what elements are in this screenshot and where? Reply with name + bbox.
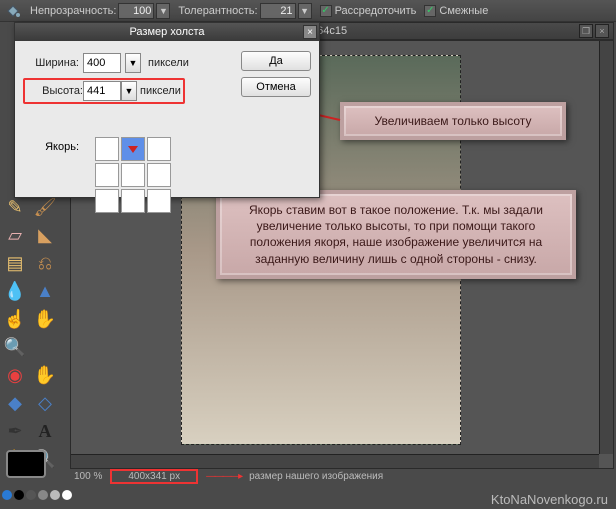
tool-shape2-icon[interactable]: ◇: [31, 389, 59, 417]
anchor-cell-ml[interactable]: [95, 163, 119, 187]
width-label: Ширина:: [23, 57, 79, 69]
anchor-cell-bc[interactable]: [121, 189, 145, 213]
anchor-cell-tr[interactable]: [147, 137, 171, 161]
width-input[interactable]: [83, 53, 121, 73]
dimensions-note: размер нашего изображения: [249, 471, 383, 482]
cancel-button[interactable]: Отмена: [241, 77, 311, 97]
tool-redeye-icon[interactable]: ◉: [1, 361, 29, 389]
tool-bucket-icon[interactable]: ◣: [31, 221, 59, 249]
contiguous-checkbox[interactable]: ✓ Смежные: [424, 5, 488, 17]
tolerance-input[interactable]: [260, 3, 296, 19]
arrow-right-icon: ――――▸: [206, 471, 241, 482]
anchor-cell-tc[interactable]: [121, 137, 145, 161]
height-dropdown[interactable]: ▼: [121, 81, 137, 101]
bucket-icon[interactable]: [4, 2, 22, 20]
tool-shape-icon[interactable]: ◆: [1, 389, 29, 417]
dialog-titlebar[interactable]: Размер холста ×: [15, 23, 319, 41]
scrollbar-horizontal[interactable]: [71, 454, 599, 468]
tolerance-field: Толерантность: ▼: [178, 3, 311, 19]
options-toolbar: Непрозрачность: ▼ Толерантность: ▼ ✓ Рас…: [0, 0, 616, 22]
dialog-title: Размер холста: [129, 26, 204, 38]
opacity-input[interactable]: [118, 3, 154, 19]
anchor-cell-mc[interactable]: [121, 163, 145, 187]
tool-gradient-icon[interactable]: ▤: [1, 249, 29, 277]
tool-blur-icon[interactable]: 💧: [1, 277, 29, 305]
tool-zoom-icon[interactable]: 🔍: [1, 333, 29, 361]
callout-height: Увеличиваем только высоту: [340, 102, 566, 140]
anchor-cell-br[interactable]: [147, 189, 171, 213]
palette-color[interactable]: [38, 490, 48, 500]
ok-button[interactable]: Да: [241, 51, 311, 71]
check-icon: ✓: [320, 5, 332, 17]
tool-smudge-icon[interactable]: ☝: [1, 305, 29, 333]
tool-eraser-icon[interactable]: ▱: [1, 221, 29, 249]
close-icon[interactable]: ×: [303, 25, 317, 39]
tolerance-label: Толерантность:: [178, 5, 257, 17]
status-bar: 100 % 400x341 px ――――▸ размер нашего изо…: [70, 469, 614, 483]
height-label: Высота:: [27, 85, 83, 97]
contiguous-label: Смежные: [439, 5, 488, 17]
foreground-color-swatch[interactable]: [6, 450, 46, 478]
palette-color[interactable]: [2, 490, 12, 500]
zoom-level: 100 %: [74, 471, 102, 482]
anchor-cell-tl[interactable]: [95, 137, 119, 161]
restore-icon[interactable]: ❐: [579, 24, 593, 38]
width-dropdown[interactable]: ▼: [125, 53, 141, 73]
height-input[interactable]: [83, 81, 121, 101]
canvas-size-dialog: Размер холста × Ширина: ▼ пиксели Высота…: [14, 22, 320, 198]
watermark: KtoNaNovenkogo.ru: [491, 492, 608, 507]
check-icon: ✓: [424, 5, 436, 17]
color-palette: [2, 490, 72, 500]
height-unit: пиксели: [140, 85, 181, 97]
opacity-field: Непрозрачность: ▼: [30, 3, 170, 19]
palette-color[interactable]: [62, 490, 72, 500]
close-doc-icon[interactable]: ×: [595, 24, 609, 38]
callout-anchor: Якорь ставим вот в такое положение. Т.к.…: [216, 190, 576, 279]
tool-empty: [31, 333, 59, 361]
palette-color[interactable]: [26, 490, 36, 500]
palette-color[interactable]: [14, 490, 24, 500]
anchor-cell-mr[interactable]: [147, 163, 171, 187]
width-unit: пиксели: [148, 57, 189, 69]
scatter-label: Рассредоточить: [335, 5, 417, 17]
tool-sponge-icon[interactable]: ✋: [31, 305, 59, 333]
anchor-cell-bl[interactable]: [95, 189, 119, 213]
opacity-label: Непрозрачность:: [30, 5, 116, 17]
anchor-label: Якорь:: [23, 141, 79, 153]
scatter-checkbox[interactable]: ✓ Рассредоточить: [320, 5, 417, 17]
anchor-grid: [95, 137, 171, 213]
opacity-dropdown[interactable]: ▼: [156, 3, 170, 19]
palette-color[interactable]: [50, 490, 60, 500]
canvas-dimensions: 400x341 px: [110, 469, 198, 484]
tool-hand-icon[interactable]: ✋: [31, 361, 59, 389]
tolerance-dropdown[interactable]: ▼: [298, 3, 312, 19]
tool-eyedrop-icon[interactable]: ✒: [1, 417, 29, 445]
scrollbar-vertical[interactable]: [599, 41, 613, 454]
tool-text-icon[interactable]: A: [31, 417, 59, 445]
tool-clone-icon[interactable]: ⎌: [31, 249, 59, 277]
tool-sharpen-icon[interactable]: ▲: [31, 277, 59, 305]
